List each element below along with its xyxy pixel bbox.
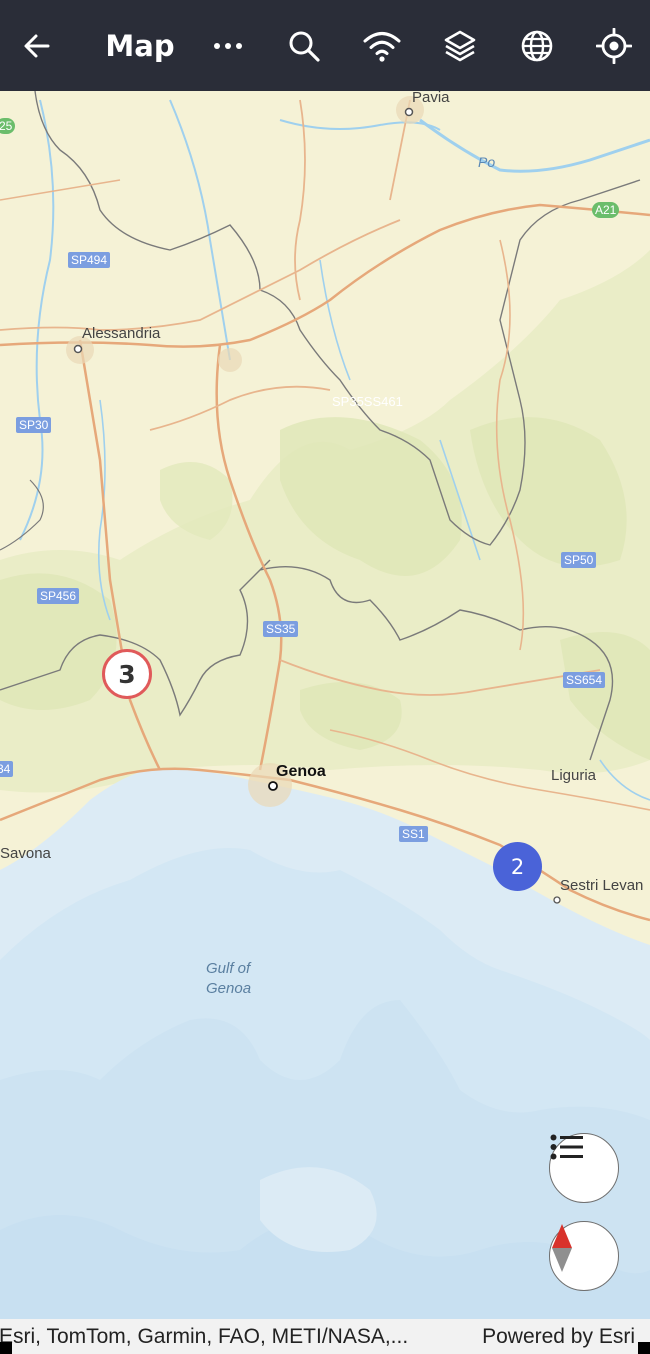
place-label-savona: Savona bbox=[0, 845, 51, 862]
road-shield-ss654: SS654 bbox=[563, 672, 606, 688]
connection-button[interactable] bbox=[358, 0, 406, 91]
list-icon bbox=[550, 1134, 583, 1160]
wifi-icon bbox=[363, 31, 401, 62]
legend-button[interactable] bbox=[549, 1133, 619, 1203]
attribution-text[interactable]: Esri, TomTom, Garmin, FAO, METI/NASA,... bbox=[0, 1325, 441, 1349]
road-shield-sp456: SP456 bbox=[37, 588, 80, 604]
place-label-liguria: Liguria bbox=[551, 767, 597, 784]
map-view[interactable]: Pavia Po Alessandria Genoa Savona Liguri… bbox=[0, 91, 650, 1319]
top-app-bar: Map bbox=[0, 0, 650, 91]
search-icon bbox=[289, 31, 320, 62]
powered-by-label: Powered by Esri bbox=[482, 1325, 635, 1348]
road-shield-sp30: SP30 bbox=[16, 417, 52, 433]
search-button[interactable] bbox=[280, 0, 328, 91]
page-title: Map bbox=[105, 28, 175, 63]
road-shield-ss1: SS1 bbox=[399, 826, 428, 842]
screen-corner bbox=[638, 1342, 650, 1354]
back-arrow-icon bbox=[24, 34, 50, 57]
back-button[interactable] bbox=[12, 0, 62, 91]
river-label-po: Po bbox=[478, 154, 496, 170]
place-label-sestri: Sestri Levan bbox=[560, 877, 644, 894]
cluster-marker-red[interactable]: 3 bbox=[102, 649, 152, 699]
globe-icon bbox=[521, 30, 553, 61]
layers-button[interactable] bbox=[436, 0, 484, 91]
place-label-genoa: Genoa bbox=[276, 763, 326, 780]
place-label-alessandria: Alessandria bbox=[82, 325, 161, 342]
attribution-bar: Esri, TomTom, Garmin, FAO, METI/NASA,...… bbox=[0, 1319, 650, 1354]
locate-icon bbox=[596, 27, 632, 64]
more-button[interactable] bbox=[204, 0, 252, 91]
water-label-gulf: Gulf of Genoa bbox=[206, 959, 251, 999]
cluster-marker-blue[interactable]: 2 bbox=[493, 842, 542, 891]
place-label-pavia: Pavia bbox=[412, 91, 450, 106]
layers-icon bbox=[444, 30, 476, 61]
more-dots-icon bbox=[214, 42, 242, 49]
road-shield-a21: A21 bbox=[592, 202, 620, 218]
compass-button[interactable] bbox=[549, 1221, 619, 1291]
screen-corner bbox=[0, 1342, 12, 1354]
road-shield-sp50: SP50 bbox=[561, 552, 597, 568]
basemap-button[interactable] bbox=[513, 0, 561, 91]
water-label-line1: Gulf of bbox=[206, 960, 251, 977]
water-label-line2: Genoa bbox=[206, 980, 252, 997]
road-label-ss461: SP35SS461 bbox=[332, 394, 403, 409]
locate-button[interactable] bbox=[590, 0, 638, 91]
road-shield-sp494: SP494 bbox=[68, 252, 111, 268]
road-shield-ss35: SS35 bbox=[263, 621, 299, 637]
compass-icon bbox=[552, 1224, 572, 1272]
road-shield-34: 34 bbox=[0, 761, 14, 777]
